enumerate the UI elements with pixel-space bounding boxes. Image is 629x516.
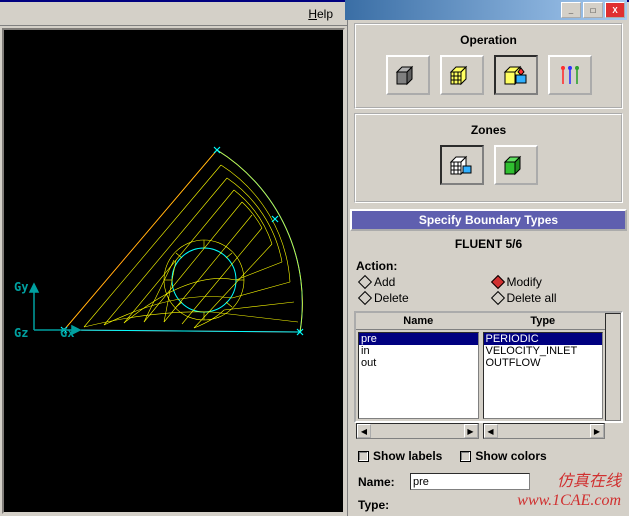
menu-help[interactable]: Help — [302, 5, 339, 23]
show-labels-check[interactable]: Show labels — [358, 449, 442, 463]
graphics-viewport[interactable]: Gy Gz Gx — [2, 28, 345, 514]
name-hscrollbar[interactable]: ◀▶ — [356, 423, 479, 439]
scroll-right-icon[interactable]: ▶ — [464, 424, 478, 438]
continuum-icon — [501, 152, 531, 178]
maximize-button[interactable]: □ — [583, 2, 603, 18]
diamond-icon — [490, 291, 504, 305]
show-labels-label: Show labels — [373, 449, 442, 463]
action-add-label: Add — [374, 275, 395, 289]
cube-icon — [393, 62, 423, 88]
list-item[interactable]: pre — [359, 333, 478, 345]
action-add[interactable]: Add — [360, 275, 485, 289]
diamond-icon — [358, 275, 372, 289]
left-panel: Help — [0, 2, 348, 516]
list-item[interactable]: PERIODIC — [484, 333, 603, 345]
action-deleteall[interactable]: Delete all — [493, 291, 618, 305]
window-titlebar: _ □ X — [345, 0, 627, 20]
op-tools-button[interactable] — [548, 55, 592, 95]
zone-continuum-button[interactable] — [494, 145, 538, 185]
panel-header: Specify Boundary Types — [350, 209, 627, 231]
action-radio-group: Add Modify Delete Delete all — [348, 275, 629, 305]
action-modify-label: Modify — [507, 275, 542, 289]
show-colors-check[interactable]: Show colors — [460, 449, 546, 463]
name-input[interactable] — [410, 473, 530, 490]
list-item[interactable]: in — [359, 345, 478, 357]
op-mesh-button[interactable] — [440, 55, 484, 95]
type-hscrollbar[interactable]: ◀▶ — [483, 423, 606, 439]
mesh-cube-icon — [447, 62, 477, 88]
name-column-header: Name — [356, 313, 481, 330]
action-label: Action: — [348, 257, 629, 275]
mesh-drawing — [4, 30, 345, 510]
scroll-right-icon[interactable]: ▶ — [590, 424, 604, 438]
right-panel: Operation Zones — [348, 2, 629, 516]
zones-group: Zones — [354, 113, 623, 203]
action-delete[interactable]: Delete — [360, 291, 485, 305]
boundary-lists: Name pre in out Type PERIODIC VELOCITY_I… — [354, 311, 623, 423]
axis-label-gy: Gy — [14, 280, 28, 294]
list-vscrollbar[interactable] — [605, 313, 621, 421]
operation-group: Operation — [354, 23, 623, 109]
list-item[interactable]: OUTFLOW — [484, 357, 603, 369]
zones-title: Zones — [360, 119, 617, 141]
zone-boundary-button[interactable] — [440, 145, 484, 185]
axis-label-gz: Gz — [14, 326, 28, 340]
diamond-selected-icon — [490, 275, 504, 289]
solver-subtitle: FLUENT 5/6 — [348, 231, 629, 257]
name-field-label: Name: — [358, 475, 402, 489]
tools-icon — [555, 62, 585, 88]
axis-label-gx: Gx — [60, 326, 74, 340]
checkbox-icon — [358, 451, 369, 462]
checkbox-icon — [460, 451, 471, 462]
operation-title: Operation — [360, 29, 617, 51]
boundary-icon — [447, 152, 477, 178]
show-colors-label: Show colors — [475, 449, 546, 463]
scroll-left-icon[interactable]: ◀ — [357, 424, 371, 438]
menu-bar: Help — [0, 2, 347, 26]
zones-cube-icon — [501, 62, 531, 88]
name-list[interactable]: pre in out — [358, 332, 479, 419]
list-item[interactable]: VELOCITY_INLET — [484, 345, 603, 357]
type-list[interactable]: PERIODIC VELOCITY_INLET OUTFLOW — [483, 332, 604, 419]
scroll-left-icon[interactable]: ◀ — [484, 424, 498, 438]
type-column-header: Type — [481, 313, 606, 330]
type-field-label: Type: — [358, 498, 402, 512]
action-delete-label: Delete — [374, 291, 409, 305]
action-modify[interactable]: Modify — [493, 275, 618, 289]
op-geometry-button[interactable] — [386, 55, 430, 95]
op-zones-button[interactable] — [494, 55, 538, 95]
close-button[interactable]: X — [605, 2, 625, 18]
minimize-button[interactable]: _ — [561, 2, 581, 18]
action-deleteall-label: Delete all — [507, 291, 557, 305]
list-item[interactable]: out — [359, 357, 478, 369]
diamond-icon — [358, 291, 372, 305]
